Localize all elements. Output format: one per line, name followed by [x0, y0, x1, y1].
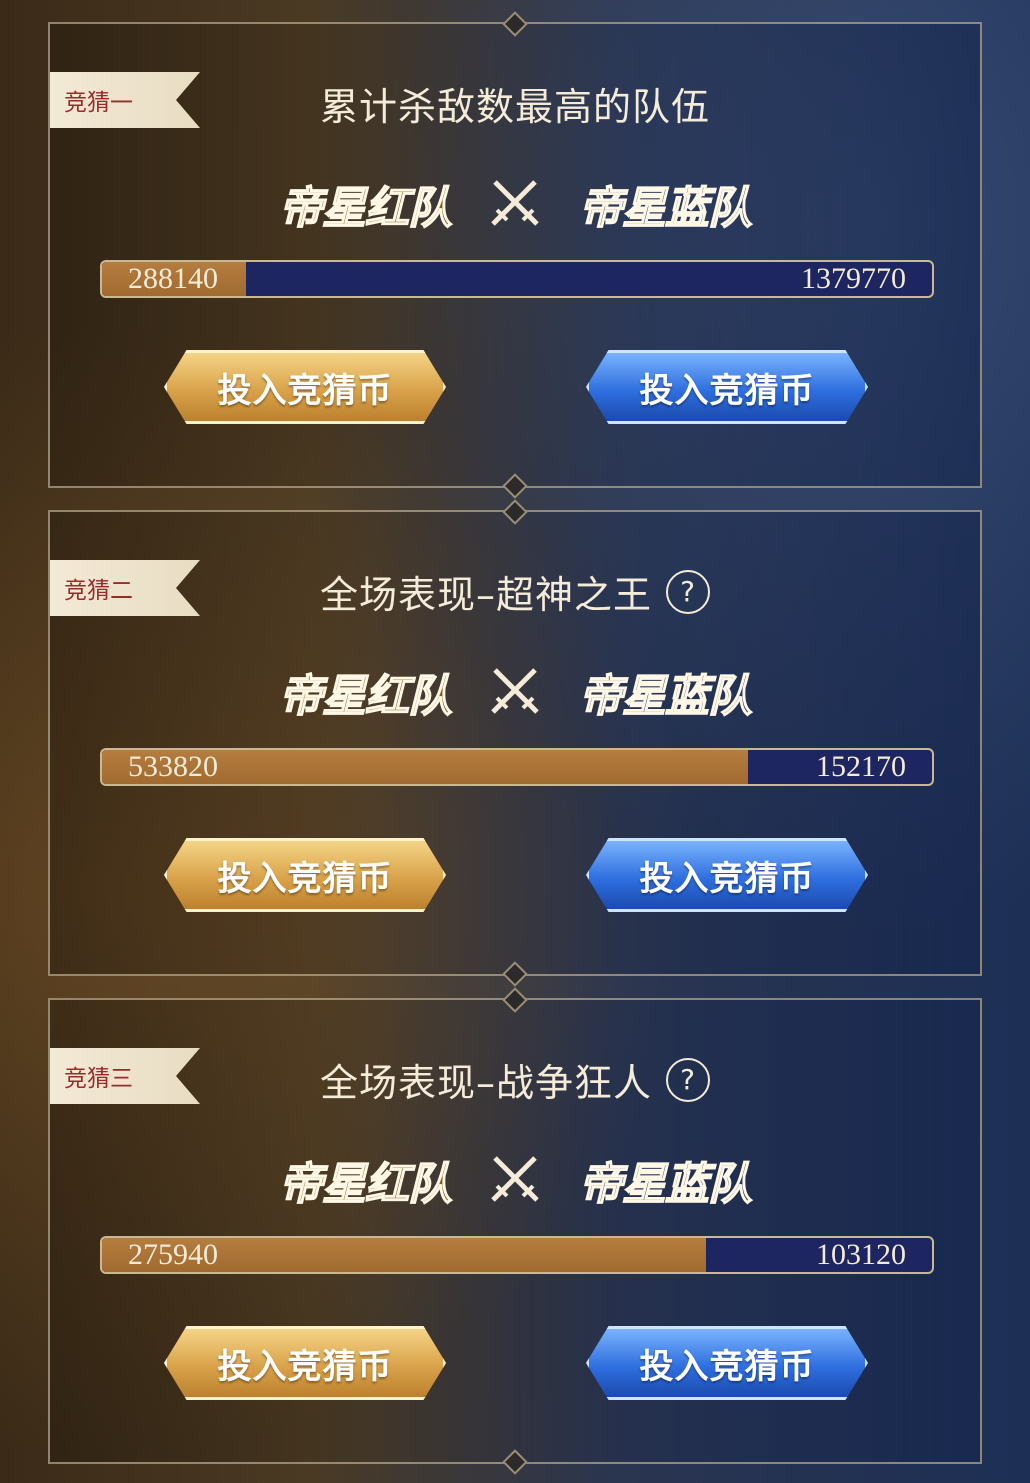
red-team-name: 帝星红队 [278, 1158, 453, 1211]
help-icon[interactable]: ? [666, 1057, 710, 1102]
bet-title-text: 全场表现–超神之王 [319, 573, 652, 617]
blue-team-name: 帝星蓝队 [578, 670, 753, 723]
bet-card-3: 竞猜三 全场表现–战争狂人 ? 帝星红队 帝星蓝队 275940 103120 … [48, 998, 982, 1464]
teams-row: 帝星红队 帝星蓝队 [50, 1150, 980, 1211]
bet-red-button[interactable]: 投入竞猜币 [164, 838, 446, 912]
red-vote-count: 275940 [128, 1238, 218, 1271]
crossed-swords-icon [491, 180, 539, 226]
bet-blue-button[interactable]: 投入竞猜币 [586, 1326, 868, 1400]
bet-card-2: 竞猜二 全场表现–超神之王 ? 帝星红队 帝星蓝队 533820 152170 … [48, 510, 982, 976]
help-icon[interactable]: ? [666, 569, 710, 614]
bet-blue-button[interactable]: 投入竞猜币 [586, 350, 868, 424]
bet-title-text: 全场表现–战争狂人 [319, 1061, 652, 1105]
blue-team-name: 帝星蓝队 [578, 1158, 753, 1211]
red-vote-count: 533820 [128, 750, 218, 783]
vote-progress-bar: 288140 1379770 [100, 260, 934, 298]
red-team-name: 帝星红队 [278, 182, 453, 235]
blue-vote-count: 1379770 [801, 262, 906, 295]
crossed-swords-icon [491, 1156, 539, 1202]
blue-team-name: 帝星蓝队 [578, 182, 753, 235]
bet-red-button[interactable]: 投入竞猜币 [164, 1326, 446, 1400]
blue-vote-count: 152170 [816, 750, 906, 783]
bet-red-button[interactable]: 投入竞猜币 [164, 350, 446, 424]
vote-progress-bar: 275940 103120 [100, 1236, 934, 1274]
bet-title: 全场表现–战争狂人 ? [50, 1052, 980, 1107]
teams-row: 帝星红队 帝星蓝队 [50, 662, 980, 723]
red-vote-count: 288140 [128, 262, 218, 295]
blue-vote-count: 103120 [816, 1238, 906, 1271]
vote-progress-bar: 533820 152170 [100, 748, 934, 786]
bet-title: 累计杀敌数最高的队伍 [50, 76, 980, 131]
bet-title: 全场表现–超神之王 ? [50, 564, 980, 619]
crossed-swords-icon [491, 668, 539, 714]
teams-row: 帝星红队 帝星蓝队 [50, 174, 980, 235]
red-team-name: 帝星红队 [278, 670, 453, 723]
bet-blue-button[interactable]: 投入竞猜币 [586, 838, 868, 912]
bet-title-text: 累计杀敌数最高的队伍 [319, 85, 710, 129]
bet-card-1: 竞猜一 累计杀敌数最高的队伍 帝星红队 帝星蓝队 288140 1379770 … [48, 22, 982, 488]
